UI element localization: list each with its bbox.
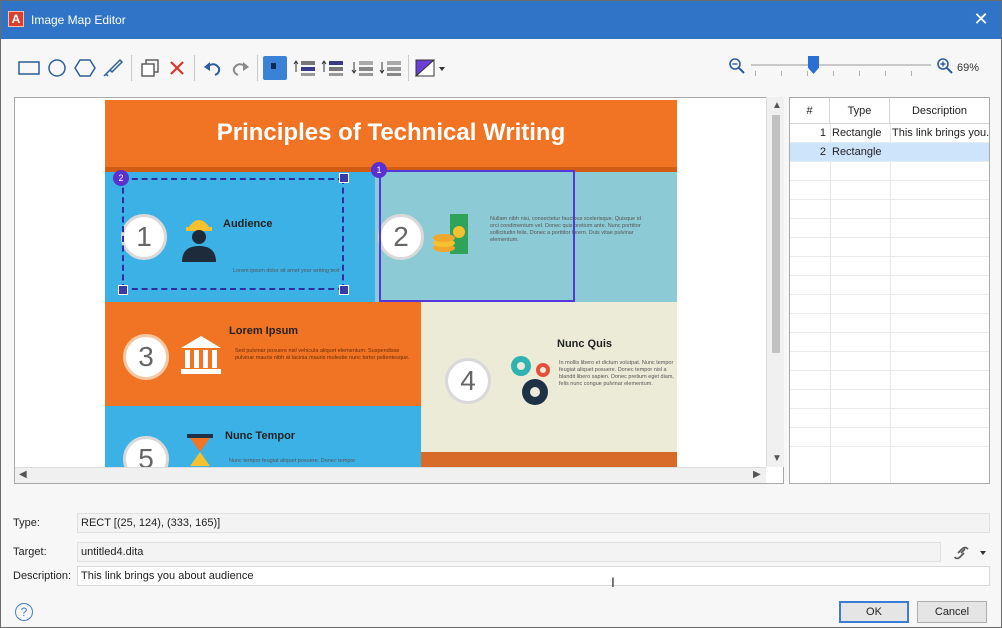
panel-title: Nunc Tempor: [225, 430, 296, 442]
bring-forward-icon[interactable]: [293, 56, 317, 80]
image-canvas[interactable]: Principles of Technical Writing 1 Audien…: [14, 97, 784, 484]
row-description: This link brings you...: [892, 127, 989, 139]
duplicate-icon[interactable]: [138, 56, 162, 80]
close-icon[interactable]: ✕: [971, 10, 991, 30]
bank-icon: [179, 334, 223, 379]
infographic-header: Principles of Technical Writing: [105, 100, 677, 167]
title-bar: A Image Map Editor ✕: [1, 1, 1001, 39]
panel-number: 3: [123, 334, 169, 380]
selected-area-rectangle[interactable]: [122, 178, 344, 290]
area-rectangle[interactable]: [379, 170, 575, 302]
type-label: Type:: [13, 517, 40, 529]
panel-text: Nunc tempor feugiat aliquet posuere. Don…: [229, 458, 356, 464]
area-number-badge: 1: [371, 162, 387, 178]
image-map-editor-dialog: A Image Map Editor ✕ 69% Principles of T…: [0, 0, 1002, 628]
row-type: Rectangle: [832, 127, 882, 139]
link-icon[interactable]: [952, 543, 988, 564]
resize-handle[interactable]: [339, 285, 349, 295]
panel-text: In mollis libero et dictum volutpat. Nun…: [559, 360, 674, 387]
panel-nunc-quis: 4 Nunc Quis In mollis libero et dictum v…: [421, 302, 677, 452]
gears-icon: [507, 352, 555, 411]
areas-table: # Type Description 1 Rectangle This link…: [789, 97, 990, 484]
bring-to-front-icon[interactable]: [321, 56, 345, 80]
resize-handle[interactable]: [118, 285, 128, 295]
description-label: Description:: [13, 570, 72, 582]
zoom-slider-track[interactable]: [751, 64, 931, 66]
scroll-down-icon[interactable]: ▼: [772, 453, 782, 464]
toolbar: [1, 41, 1001, 93]
table-row[interactable]: 1 Rectangle This link brings you...: [790, 124, 989, 143]
table-header: # Type Description: [790, 98, 989, 124]
panel-nunc-tempor: 5 Nunc Tempor Nunc tempor feugiat alique…: [105, 406, 421, 468]
redo-icon[interactable]: [229, 56, 253, 80]
circle-tool-icon[interactable]: [45, 56, 69, 80]
zoom-level: 69%: [957, 62, 980, 74]
target-label: Target:: [13, 546, 47, 558]
column-header-type[interactable]: Type: [830, 98, 890, 124]
type-field: RECT [(25, 124), (333, 165)]: [77, 513, 990, 533]
row-description: [892, 143, 989, 162]
send-to-back-icon[interactable]: [379, 56, 403, 80]
send-backward-icon[interactable]: [351, 56, 375, 80]
horizontal-scrollbar[interactable]: ◀ ▶: [15, 467, 766, 483]
panel-number: 4: [445, 358, 491, 404]
panel-title: Lorem Ipsum: [229, 325, 299, 337]
vertical-scroll-thumb[interactable]: [772, 115, 780, 353]
scroll-up-icon[interactable]: ▲: [772, 100, 782, 111]
cancel-button[interactable]: Cancel: [917, 601, 987, 623]
window-title: Image Map Editor: [31, 13, 126, 27]
panel-number: 5: [123, 436, 169, 468]
hourglass-icon: [185, 432, 215, 468]
scroll-left-icon[interactable]: ◀: [19, 469, 27, 480]
row-number: 2: [819, 146, 826, 158]
infographic-image[interactable]: Principles of Technical Writing 1 Audien…: [105, 100, 677, 468]
panel-text: Sed pulvinar posuere nisl vehicula aliqu…: [235, 348, 410, 361]
row-number: 1: [819, 127, 826, 139]
area-color-icon[interactable]: [413, 56, 447, 80]
row-type: Rectangle: [832, 146, 882, 158]
scroll-right-icon[interactable]: ▶: [753, 469, 761, 480]
text-cursor-icon: I: [611, 574, 615, 590]
column-header-number[interactable]: #: [790, 98, 830, 124]
panel-lorem-ipsum: 3 Lorem Ipsum Sed pulvinar posuere nisl …: [105, 302, 421, 406]
delete-icon[interactable]: [165, 56, 189, 80]
ok-button[interactable]: OK: [839, 601, 909, 623]
pen-tool-icon[interactable]: [101, 56, 125, 80]
description-field[interactable]: This link brings you about audience: [77, 566, 990, 586]
infographic-title: Principles of Technical Writing: [216, 119, 566, 146]
rectangle-tool-icon[interactable]: [17, 56, 41, 80]
area-number-badge: 2: [113, 170, 129, 186]
help-icon[interactable]: ?: [15, 603, 33, 621]
zoom-in-icon[interactable]: [937, 58, 953, 77]
resize-handle[interactable]: [339, 173, 349, 183]
column-header-description[interactable]: Description: [890, 98, 989, 124]
undo-icon[interactable]: [200, 56, 224, 80]
panel-title: Nunc Quis: [557, 338, 613, 350]
target-field[interactable]: untitled4.dita: [77, 542, 941, 562]
polygon-tool-icon[interactable]: [73, 56, 97, 80]
app-logo-icon: A: [8, 11, 24, 27]
vertical-scrollbar[interactable]: ▲ ▼: [766, 97, 784, 467]
zoom-out-icon[interactable]: [729, 58, 745, 77]
table-row[interactable]: 2 Rectangle: [790, 143, 989, 162]
select-area-icon[interactable]: [263, 56, 287, 80]
